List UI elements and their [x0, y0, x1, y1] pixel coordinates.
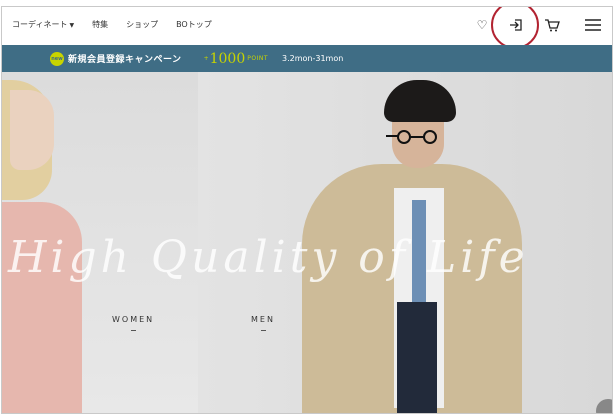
nav-coordinate[interactable]: コーディネート ▼ — [12, 19, 74, 30]
nav-coordinate-label: コーディネート — [12, 20, 68, 29]
woman-face — [10, 90, 54, 170]
browser-frame: コーディネート ▼ 特集 ショップ BOトップ ♡ new 新規会員登録キャンペ… — [1, 6, 613, 414]
heart-icon[interactable]: ♡ — [473, 16, 491, 34]
nav-bo-top[interactable]: BOトップ — [176, 19, 212, 30]
chevron-down-icon: ▼ — [69, 22, 75, 29]
site-header: コーディネート ▼ 特集 ショップ BOトップ ♡ — [2, 7, 612, 49]
men-link[interactable]: MEN — [251, 315, 275, 324]
hero-visual: High Quality of Life WOMEN MEN — [2, 72, 612, 413]
men-underline — [261, 330, 266, 331]
global-nav: コーディネート ▼ 特集 ショップ BOトップ — [12, 19, 212, 30]
hero-script-text: High Quality of Life — [8, 232, 529, 283]
glasses-icon — [386, 130, 437, 144]
points-value: 1000 — [209, 50, 246, 67]
highlight-circle — [491, 7, 539, 49]
women-link[interactable]: WOMEN — [112, 315, 154, 324]
points-prefix: + — [203, 55, 209, 62]
nav-shop[interactable]: ショップ — [126, 19, 158, 30]
campaign-period: 3.2mon-31mon — [282, 54, 344, 63]
hamburger-menu-icon[interactable] — [584, 16, 602, 34]
nav-feature[interactable]: 特集 — [92, 19, 108, 30]
points-unit: POINT — [247, 55, 268, 62]
campaign-banner[interactable]: new 新規会員登録キャンペーン + 1000 POINT 3.2mon-31m… — [2, 45, 612, 72]
cart-icon[interactable] — [543, 16, 561, 34]
campaign-title: 新規会員登録キャンペーン — [68, 55, 182, 65]
man-suit — [397, 302, 437, 413]
women-underline — [131, 330, 136, 331]
new-badge: new — [50, 51, 64, 66]
